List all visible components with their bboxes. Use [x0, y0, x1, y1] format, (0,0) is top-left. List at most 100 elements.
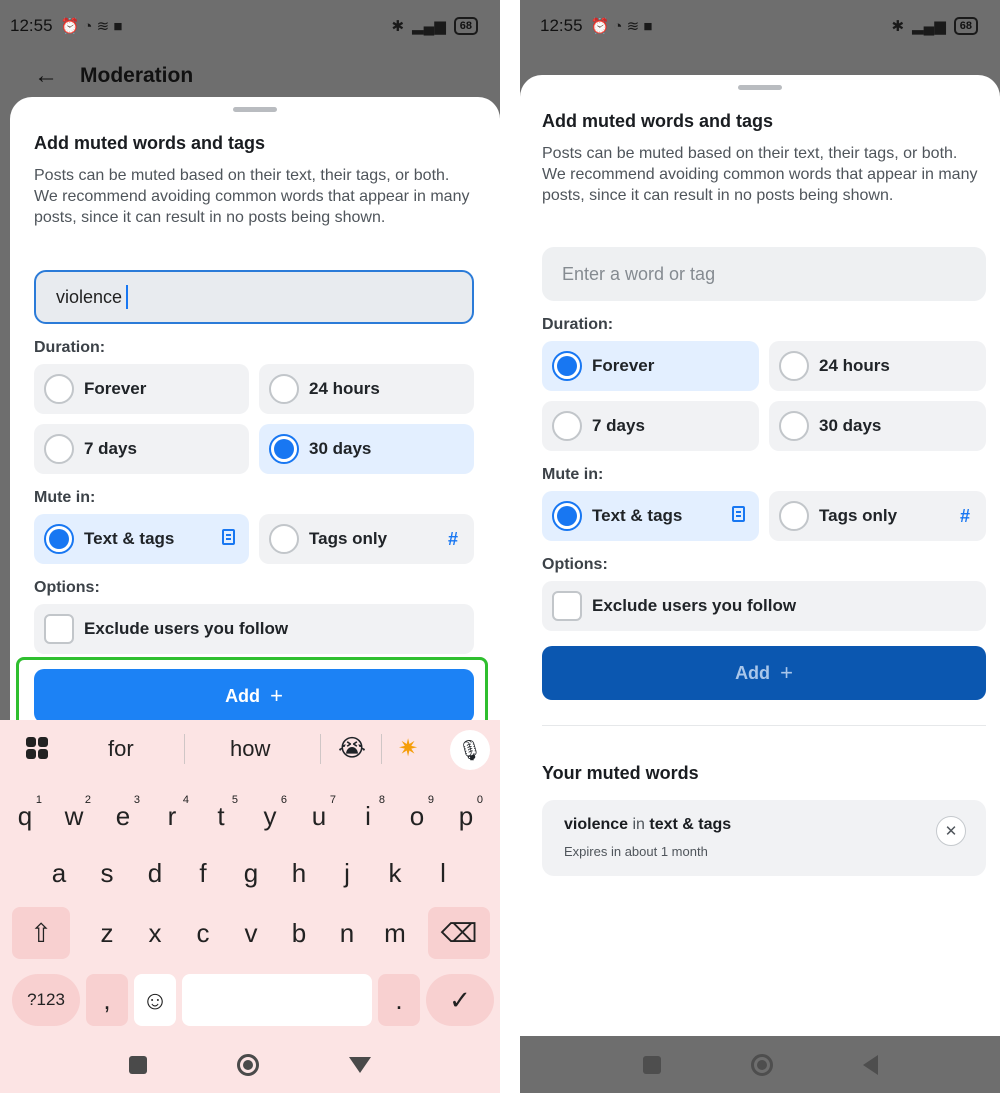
- key-b[interactable]: b: [276, 907, 322, 959]
- recent-apps-icon[interactable]: [129, 1055, 147, 1074]
- key-p[interactable]: p0: [443, 790, 489, 842]
- muted-word: violence: [564, 816, 629, 833]
- key-m[interactable]: m: [372, 907, 418, 959]
- exclude-following-checkbox[interactable]: Exclude users you follow: [542, 581, 986, 631]
- add-button[interactable]: Add +: [542, 646, 986, 700]
- word-input[interactable]: Enter a word or tag: [542, 247, 986, 301]
- key-w[interactable]: w2: [51, 790, 97, 842]
- option-label: 24 hours: [819, 356, 890, 375]
- muted-word-line: violence in text & tags: [564, 816, 731, 834]
- home-icon[interactable]: [750, 1053, 773, 1076]
- option-label: Tags only: [309, 529, 388, 548]
- mute-in-text-and-tags[interactable]: Text & tags: [34, 514, 249, 564]
- key-v[interactable]: v: [228, 907, 274, 959]
- sheet-handle[interactable]: [738, 85, 782, 90]
- key-i[interactable]: i8: [345, 790, 391, 842]
- duration-24-hours[interactable]: 24 hours: [769, 341, 986, 391]
- key-x[interactable]: x: [132, 907, 178, 959]
- option-label: Exclude users you follow: [84, 619, 289, 638]
- duration-24-hours[interactable]: 24 hours: [259, 364, 474, 414]
- muted-words-sheet: Add muted words and tags Posts can be mu…: [520, 75, 1000, 1036]
- key-j[interactable]: j: [324, 847, 370, 899]
- apps-grid-icon[interactable]: [26, 737, 48, 759]
- key-l[interactable]: l: [420, 847, 466, 899]
- duration-30-days[interactable]: 30 days: [259, 424, 474, 474]
- mute-in-label: Mute in:: [542, 466, 604, 483]
- period-key[interactable]: .: [378, 974, 420, 1026]
- mute-in-text-and-tags[interactable]: Text & tags: [542, 491, 759, 541]
- radio-icon: [552, 411, 582, 441]
- sparkle-emoji-icon[interactable]: ✷: [398, 734, 418, 763]
- key-z[interactable]: z: [84, 907, 130, 959]
- back-triangle-icon[interactable]: [862, 1054, 878, 1075]
- suggestion-word[interactable]: for: [108, 736, 134, 762]
- key-g[interactable]: g: [228, 847, 274, 899]
- key-y[interactable]: y6: [247, 790, 293, 842]
- key-f[interactable]: f: [180, 847, 226, 899]
- mute-in-tags-only[interactable]: Tags only #: [259, 514, 474, 564]
- key-r[interactable]: r4: [149, 790, 195, 842]
- enter-check-icon[interactable]: ✓: [426, 974, 494, 1026]
- option-label: Forever: [84, 379, 147, 398]
- suggestion-word[interactable]: how: [230, 736, 270, 762]
- key-o[interactable]: o9: [394, 790, 440, 842]
- key-n[interactable]: n: [324, 907, 370, 959]
- comma-key[interactable]: ,: [86, 974, 128, 1026]
- duration-forever[interactable]: Forever: [34, 364, 249, 414]
- home-icon[interactable]: [237, 1053, 259, 1076]
- document-icon: [732, 505, 745, 527]
- recent-apps-icon[interactable]: [642, 1055, 661, 1074]
- option-label: 30 days: [309, 439, 372, 458]
- muted-words-heading: Your muted words: [542, 763, 699, 783]
- text-caret: [126, 285, 129, 309]
- radio-selected-icon: [44, 524, 74, 554]
- symbols-key[interactable]: ?123: [12, 974, 80, 1026]
- key-a[interactable]: a: [36, 847, 82, 899]
- duration-30-days[interactable]: 30 days: [769, 401, 986, 451]
- microphone-icon[interactable]: 🎙: [450, 730, 490, 770]
- key-s[interactable]: s: [84, 847, 130, 899]
- key-c[interactable]: c: [180, 907, 226, 959]
- exclude-following-checkbox[interactable]: Exclude users you follow: [34, 604, 474, 654]
- input-placeholder: Enter a word or tag: [562, 263, 716, 284]
- key-d[interactable]: d: [132, 847, 178, 899]
- radio-icon: [779, 351, 809, 381]
- suggestion-bar: for how 😭 ✷ 🎙: [0, 720, 500, 778]
- emoji-key-icon[interactable]: ☺: [134, 974, 176, 1026]
- radio-icon: [44, 434, 74, 464]
- add-label: Add: [735, 662, 771, 683]
- notification-icons: ⏰ ◔ ≋ ■: [60, 18, 123, 35]
- checkbox-icon: [552, 591, 582, 621]
- mute-in-tags-only[interactable]: Tags only #: [769, 491, 986, 541]
- option-label: Text & tags: [592, 506, 683, 525]
- battery-icon: 68: [453, 17, 478, 35]
- backspace-key-icon[interactable]: ⌫: [428, 907, 490, 959]
- shift-key-icon[interactable]: ⇧: [12, 907, 70, 959]
- radio-icon: [269, 374, 299, 404]
- back-triangle-icon[interactable]: [349, 1056, 371, 1073]
- status-bar: 12:55 ⏰ ◔ ≋ ■ ✱ ▂▄▆ 68: [520, 0, 1000, 52]
- divider: [184, 734, 185, 764]
- plus-icon: +: [780, 660, 793, 685]
- option-label: 24 hours: [309, 379, 380, 398]
- divider: [320, 734, 321, 764]
- back-arrow-icon[interactable]: ←: [34, 62, 58, 90]
- system-nav-bar: [0, 1036, 500, 1093]
- duration-7-days[interactable]: 7 days: [542, 401, 759, 451]
- key-h[interactable]: h: [276, 847, 322, 899]
- key-q[interactable]: q1: [2, 790, 48, 842]
- signal-icon: ▂▄▆: [412, 18, 446, 35]
- key-u[interactable]: u7: [296, 790, 342, 842]
- key-e[interactable]: e3: [100, 790, 146, 842]
- duration-forever[interactable]: Forever: [542, 341, 759, 391]
- remove-muted-word-close-icon[interactable]: ✕: [936, 816, 966, 846]
- word-input[interactable]: violence: [34, 270, 474, 324]
- crying-emoji-icon[interactable]: 😭: [338, 734, 366, 763]
- space-key[interactable]: [182, 974, 372, 1026]
- key-t[interactable]: t5: [198, 790, 244, 842]
- notification-icons: ⏰ ◔ ≋ ■: [590, 18, 653, 35]
- sheet-handle[interactable]: [233, 107, 277, 112]
- duration-7-days[interactable]: 7 days: [34, 424, 249, 474]
- document-icon: [222, 528, 235, 550]
- key-k[interactable]: k: [372, 847, 418, 899]
